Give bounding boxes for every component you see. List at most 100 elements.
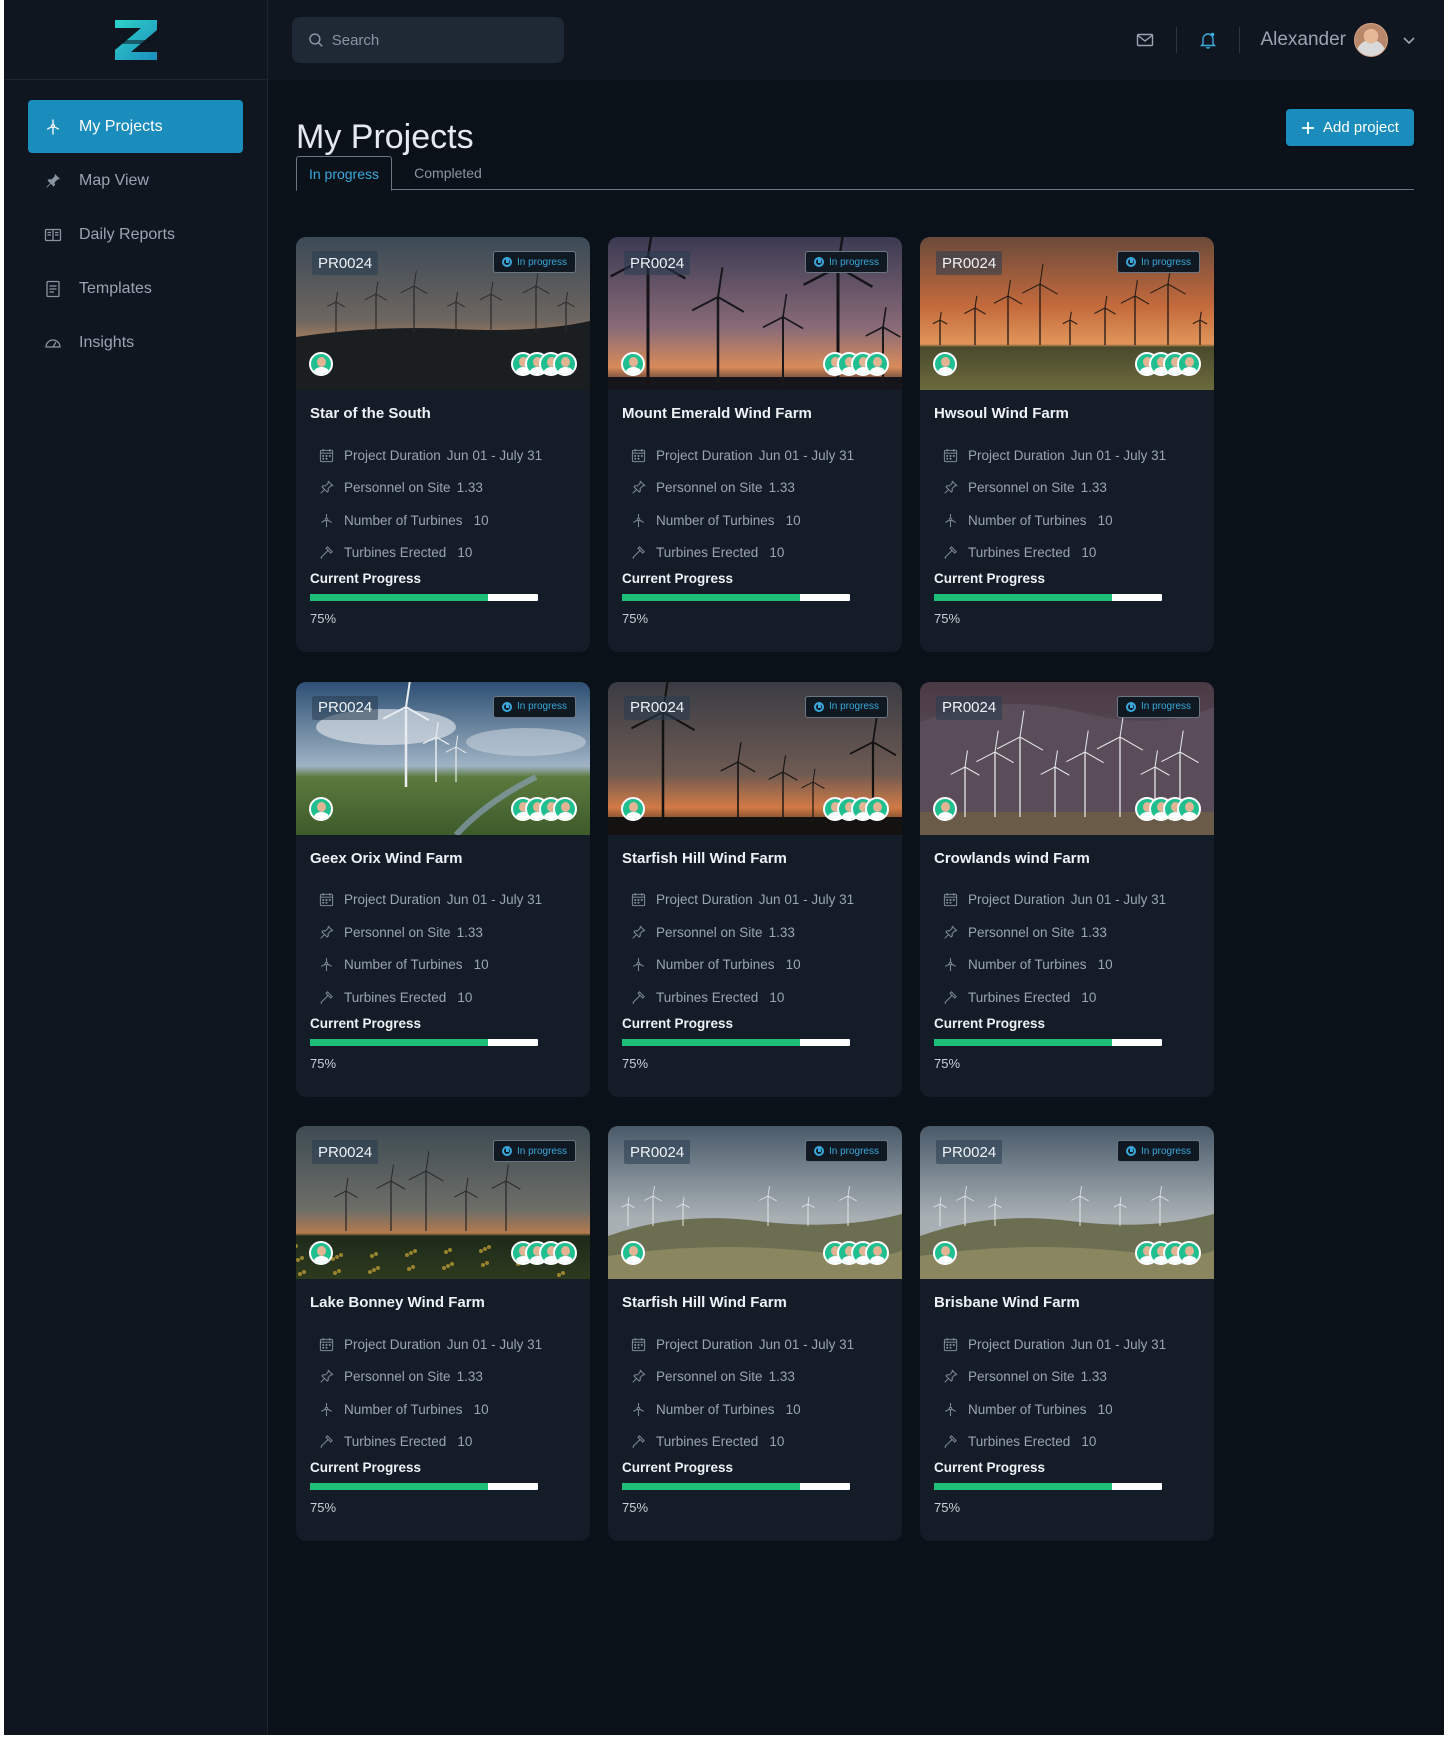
turbines-value: 10 <box>1097 957 1113 973</box>
erected-value: 10 <box>1081 989 1097 1005</box>
current-progress-label: Current Progress <box>934 1460 1046 1475</box>
project-title[interactable]: Lake Bonney Wind Farm <box>310 1294 485 1311</box>
personnel-row: Personnel on Site 1.33 <box>318 1361 542 1394</box>
clock-icon <box>1125 1146 1136 1156</box>
add-project-button[interactable]: Add project <box>1286 109 1414 146</box>
turbines-row: Number of Turbines 10 <box>630 949 854 982</box>
status-label: In progress <box>516 1145 567 1157</box>
project-card[interactable]: PR0024 In progress Hwsoul Wind Farm Project… <box>920 237 1214 652</box>
project-title[interactable]: Hwsoul Wind Farm <box>934 405 1069 422</box>
avatar[interactable] <box>933 352 957 376</box>
status-label: In progress <box>516 256 567 268</box>
hammer-icon <box>630 545 646 561</box>
project-card[interactable]: PR0024 In progress Brisbane Wind Farm Proje… <box>920 1126 1214 1541</box>
hammer-icon <box>318 545 334 561</box>
erected-label: Turbines Erected <box>656 989 759 1005</box>
progress-bar <box>622 1483 850 1490</box>
team-avatars[interactable] <box>511 352 577 376</box>
turbines-label: Number of Turbines <box>968 1401 1087 1417</box>
avatar[interactable] <box>309 1241 333 1265</box>
avatar <box>865 796 889 821</box>
project-card[interactable]: PR0024 In progress Starfish Hill Wind Farm… <box>608 681 902 1097</box>
progress-percent: 75% <box>622 1055 649 1071</box>
status-label: In progress <box>516 701 567 712</box>
erected-row: Turbines Erected 10 <box>630 1426 854 1459</box>
personnel-value: 1.33 <box>456 480 483 496</box>
personnel-value: 1.33 <box>1080 1369 1107 1385</box>
erected-value: 10 <box>457 545 473 561</box>
project-title[interactable]: Brisbane Wind Farm <box>934 1294 1080 1311</box>
turbine-icon <box>318 512 334 528</box>
status-badge: In progress <box>1116 251 1200 273</box>
project-card[interactable]: PR0024 In progress Starfish Hill Wind Farm… <box>608 1126 902 1541</box>
avatar[interactable] <box>309 352 333 376</box>
avatar[interactable] <box>621 1241 645 1265</box>
erected-label: Turbines Erected <box>968 1434 1071 1450</box>
progress-percent: 75% <box>310 611 337 626</box>
turbine-icon <box>630 512 646 528</box>
calendar-icon <box>318 1336 334 1352</box>
sidebar-item-my-projects[interactable]: My Projects <box>28 100 243 153</box>
tab-completed[interactable]: Completed <box>408 156 488 190</box>
project-details: Project Duration Jun 01 - July 31 Personne… <box>318 439 542 569</box>
duration-label: Project Duration <box>656 447 753 463</box>
duration-row: Project Duration Jun 01 - July 31 <box>630 1328 854 1361</box>
project-card[interactable]: PR0024 In progress Star of the South Projec… <box>296 237 590 652</box>
team-avatars[interactable] <box>511 1241 577 1265</box>
project-card[interactable]: PR0024 In progress Lake Bonney Wind Farm Pr… <box>296 1126 590 1541</box>
current-progress-label: Current Progress <box>310 1015 422 1031</box>
sidebar-item-templates[interactable]: Templates <box>28 262 243 315</box>
team-avatars[interactable] <box>1135 796 1201 821</box>
duration-row: Project Duration Jun 01 - July 31 <box>318 1328 542 1361</box>
sidebar-nav: My Projects Map View Daily Reports Template… <box>4 80 267 390</box>
team-avatars[interactable] <box>511 796 577 821</box>
search-input[interactable] <box>331 31 548 49</box>
project-title[interactable]: Geex Orix Wind Farm <box>310 850 462 867</box>
user-name[interactable]: Alexander <box>1260 29 1346 51</box>
avatar[interactable] <box>933 796 957 821</box>
project-details: Project Duration Jun 01 - July 31 Personne… <box>630 1328 854 1458</box>
team-avatars[interactable] <box>1135 1241 1201 1265</box>
progress-fill <box>622 1038 800 1046</box>
personnel-value: 1.33 <box>456 924 483 940</box>
project-title[interactable]: Starfish Hill Wind Farm <box>622 1294 787 1311</box>
project-details: Project Duration Jun 01 - July 31 Personne… <box>630 439 854 569</box>
team-avatars[interactable] <box>1135 352 1201 376</box>
search-box[interactable] <box>292 17 564 63</box>
avatar[interactable] <box>621 796 645 821</box>
avatar[interactable] <box>621 352 645 376</box>
status-badge: In progress <box>804 1140 888 1162</box>
sidebar-item-map-view[interactable]: Map View <box>28 154 243 207</box>
pin-icon <box>942 1369 958 1385</box>
project-title[interactable]: Star of the South <box>310 405 431 422</box>
turbines-value: 10 <box>473 1401 489 1417</box>
avatar[interactable] <box>933 1241 957 1265</box>
project-card[interactable]: PR0024 In progress Geex Orix Wind Farm Proj… <box>296 681 590 1097</box>
duration-label: Project Duration <box>344 1336 441 1352</box>
book-icon <box>43 225 63 245</box>
team-avatars[interactable] <box>823 1241 889 1265</box>
erected-value: 10 <box>769 545 785 561</box>
team-avatars[interactable] <box>823 796 889 821</box>
status-badge: In progress <box>1116 1140 1200 1162</box>
project-card[interactable]: PR0024 In progress Mount Emerald Wind Farm… <box>608 237 902 652</box>
project-code: PR0024 <box>624 695 691 720</box>
current-progress-label: Current Progress <box>622 571 734 586</box>
chevron-down-icon[interactable] <box>1402 33 1416 47</box>
project-title[interactable]: Starfish Hill Wind Farm <box>622 850 787 867</box>
sidebar-item-insights[interactable]: Insights <box>28 316 243 369</box>
z-logo-icon[interactable] <box>113 18 159 62</box>
personnel-value: 1.33 <box>768 480 795 496</box>
avatar[interactable] <box>1354 23 1388 57</box>
project-title[interactable]: Mount Emerald Wind Farm <box>622 405 812 422</box>
calendar-icon <box>318 447 334 463</box>
team-avatars[interactable] <box>823 352 889 376</box>
sidebar-item-daily-reports[interactable]: Daily Reports <box>28 208 243 261</box>
project-card[interactable]: PR0024 In progress Crowlands wind Farm Proj… <box>920 681 1214 1097</box>
bell-icon[interactable] <box>1197 29 1219 51</box>
progress-fill <box>310 594 488 601</box>
avatar[interactable] <box>309 796 333 821</box>
mail-icon[interactable] <box>1134 29 1156 51</box>
tab-in-progress[interactable]: In progress <box>296 156 392 191</box>
project-title[interactable]: Crowlands wind Farm <box>934 850 1090 867</box>
